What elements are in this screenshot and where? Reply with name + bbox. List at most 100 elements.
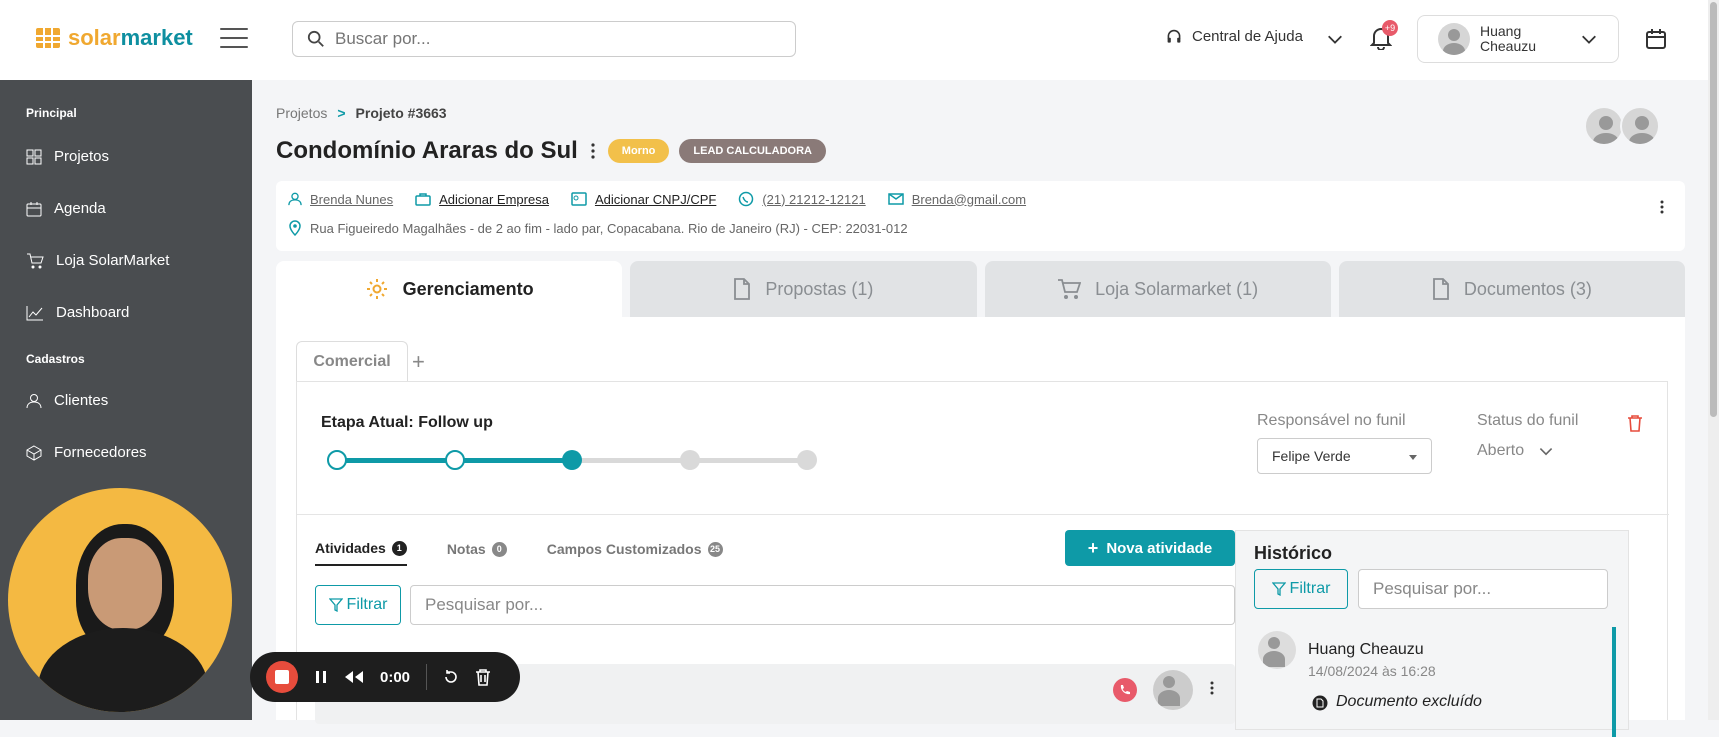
contact-person[interactable]: Brenda Nunes: [288, 192, 393, 207]
stage-dot[interactable]: [327, 450, 347, 470]
contact-phone[interactable]: (21) 21212-12121: [738, 191, 866, 207]
sidebar-item-dashboard[interactable]: Dashboard: [26, 304, 129, 321]
tab-atividades[interactable]: Atividades 1: [315, 540, 407, 566]
tab-gerenciamento[interactable]: Gerenciamento: [276, 261, 623, 317]
tab-notas[interactable]: Notas 0: [447, 540, 507, 566]
cart-icon: [1058, 279, 1082, 299]
main-content: Projetos > Projeto #3663 Condomínio Arar…: [252, 80, 1719, 737]
recording-controls: 0:00: [250, 652, 520, 702]
user-name: Huang Cheauzu: [1480, 23, 1537, 54]
brand-part-2: market: [120, 25, 193, 50]
notification-badge: +9: [1382, 20, 1398, 36]
history-search-input[interactable]: Pesquisar por...: [1358, 569, 1608, 609]
sidebar-item-projetos[interactable]: Projetos: [26, 148, 109, 165]
lead-source-badge: LEAD CALCULADORA: [679, 139, 826, 163]
history-entry-text: Documento excluído: [1336, 693, 1482, 710]
activity-tabs: Atividades 1 Notas 0 Campos Customizados 25: [315, 540, 723, 566]
logo[interactable]: solar market: [34, 24, 193, 52]
pause-icon[interactable]: [314, 669, 328, 685]
project-tabs: Gerenciamento Propostas (1) Loja Solarma…: [276, 261, 1685, 317]
assignee-avatar[interactable]: [1153, 670, 1193, 710]
trash-icon[interactable]: [1627, 414, 1643, 432]
user-menu[interactable]: Huang Cheauzu: [1417, 15, 1619, 63]
status-dropdown[interactable]: Aberto: [1477, 442, 1554, 460]
search-icon: [307, 30, 324, 47]
temperature-badge: Morno: [607, 139, 670, 163]
chevron-down-icon: [1582, 35, 1596, 44]
solar-panel-icon: [36, 28, 60, 48]
breadcrumb-root[interactable]: Projetos: [276, 105, 327, 121]
kebab-menu-icon[interactable]: [1209, 680, 1215, 696]
sidebar-item-agenda[interactable]: Agenda: [26, 200, 106, 217]
add-funnel-button[interactable]: +: [412, 349, 425, 375]
briefcase-icon: [415, 193, 431, 206]
stop-recording-button[interactable]: [266, 661, 298, 693]
tab-label: Loja Solarmarket (1): [1095, 278, 1259, 299]
user-icon: [288, 192, 302, 206]
add-cnpj[interactable]: Adicionar CNPJ/CPF: [571, 192, 716, 207]
webcam-overlay: [8, 488, 232, 712]
stage-dot[interactable]: [679, 450, 700, 470]
contact-phone-link[interactable]: (21) 21212-12121: [762, 192, 865, 207]
funnel-tab-comercial[interactable]: Comercial: [296, 341, 408, 381]
chart-icon: [26, 305, 43, 320]
history-entry-date: 14/08/2024 às 16:28: [1308, 663, 1436, 679]
activity-filter-button[interactable]: Filtrar: [315, 585, 401, 625]
kebab-menu-icon[interactable]: [590, 142, 596, 160]
contact-card: Brenda Nunes Adicionar Empresa Adicionar…: [276, 181, 1685, 251]
divider: [297, 514, 1669, 515]
stage-dot[interactable]: [562, 450, 582, 470]
member-avatar[interactable]: [1620, 106, 1660, 146]
help-center-link[interactable]: Central de Ajuda: [1166, 28, 1303, 45]
rewind-icon[interactable]: [344, 670, 364, 684]
calendar-icon[interactable]: [1644, 27, 1668, 51]
top-bar: solarmarket Central de Ajuda +9 Huang Ch…: [0, 0, 1719, 80]
sidebar-item-label: Agenda: [54, 200, 106, 217]
contact-email[interactable]: Brenda@gmail.com: [887, 192, 1026, 207]
stage-dot[interactable]: [444, 450, 465, 470]
page-title: Condomínio Araras do Sul: [276, 137, 578, 164]
contact-email-link[interactable]: Brenda@gmail.com: [912, 192, 1026, 207]
history-user-avatar: [1258, 631, 1296, 669]
stage-dot[interactable]: [797, 450, 817, 470]
sidebar-item-clientes[interactable]: Clientes: [26, 392, 108, 409]
activity-search-input[interactable]: Pesquisar por...: [410, 585, 1235, 625]
gear-icon: [366, 279, 387, 299]
tab-propostas[interactable]: Propostas (1): [630, 261, 977, 317]
stage-progress: [327, 450, 817, 470]
document-icon: [1312, 695, 1328, 711]
global-search[interactable]: [292, 21, 796, 57]
kebab-menu-icon[interactable]: [1659, 199, 1665, 215]
status-label: Status do funil: [1477, 412, 1579, 429]
tab-documentos[interactable]: Documentos (3): [1338, 261, 1685, 317]
history-scroll-indicator: [1612, 627, 1616, 737]
sidebar-item-label: Projetos: [54, 148, 110, 165]
new-activity-label: Nova atividade: [1106, 539, 1213, 557]
tab-loja[interactable]: Loja Solarmarket (1): [984, 261, 1331, 317]
tab-campos-customizados[interactable]: Campos Customizados 25: [547, 540, 723, 566]
new-activity-button[interactable]: + Nova atividade: [1065, 530, 1235, 566]
sidebar-item-loja[interactable]: Loja SolarMarket: [26, 252, 169, 269]
grid-icon: [26, 149, 42, 164]
restart-icon[interactable]: [443, 669, 459, 685]
cart-icon: [27, 253, 44, 268]
add-company[interactable]: Adicionar Empresa: [415, 192, 549, 207]
chevron-down-icon[interactable]: [1326, 30, 1344, 48]
count-badge: 1: [391, 540, 407, 556]
current-stage-label: Etapa Atual: Follow up: [321, 414, 493, 431]
global-search-input[interactable]: [335, 29, 755, 49]
add-company-link[interactable]: Adicionar Empresa: [439, 192, 549, 207]
box-icon: [26, 444, 42, 461]
member-avatar[interactable]: [1584, 106, 1624, 146]
page-scrollbar[interactable]: [1708, 0, 1719, 720]
sidebar-item-fornecedores[interactable]: Fornecedores: [26, 444, 147, 461]
responsible-select[interactable]: Felipe Verde: [1257, 438, 1432, 474]
history-filter-button[interactable]: Filtrar: [1254, 569, 1348, 609]
project-members[interactable]: [1584, 106, 1660, 146]
count-badge: 25: [707, 541, 723, 557]
add-cnpj-link[interactable]: Adicionar CNPJ/CPF: [595, 192, 716, 207]
trash-icon[interactable]: [475, 668, 491, 686]
contact-person-link[interactable]: Brenda Nunes: [310, 192, 393, 207]
menu-toggle-button[interactable]: [220, 28, 248, 50]
user-avatar: [1438, 23, 1470, 55]
